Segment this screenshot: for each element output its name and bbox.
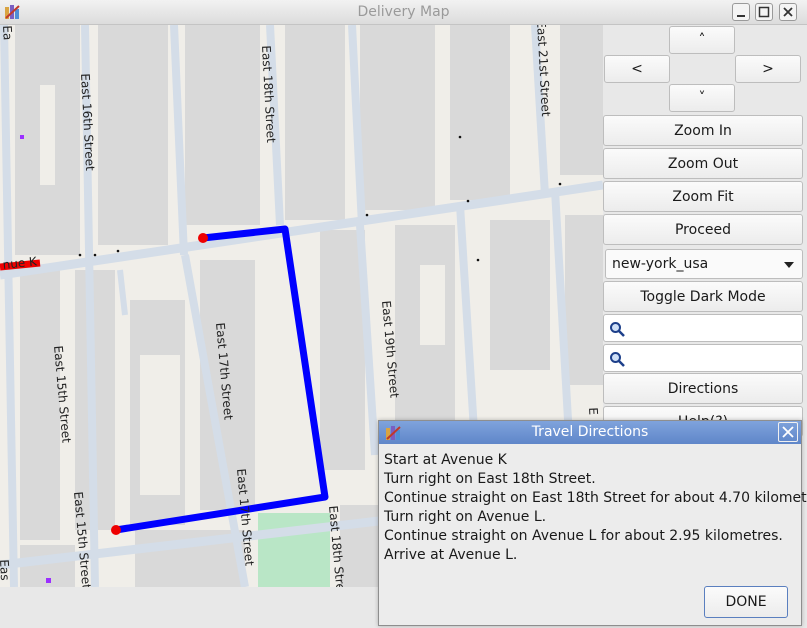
route-end-marker <box>111 525 121 535</box>
zoom-in-button[interactable]: Zoom In <box>603 115 803 146</box>
dataset-select[interactable]: new-york_usa <box>605 249 803 279</box>
direction-step: Continue straight on Avenue L for about … <box>384 528 783 544</box>
search-from-field[interactable] <box>603 314 803 342</box>
close-icon <box>783 7 793 17</box>
maximize-icon <box>758 6 770 18</box>
chevron-down-icon: ˅ <box>698 90 706 106</box>
direction-step: Turn right on Avenue L. <box>384 509 547 525</box>
direction-step: Arrive at Avenue L. <box>384 547 518 563</box>
pan-down-button[interactable]: ˅ <box>669 84 735 112</box>
close-window-button[interactable] <box>779 3 797 21</box>
zoom-out-button[interactable]: Zoom Out <box>603 148 803 179</box>
search-icon <box>610 322 625 337</box>
minimize-button[interactable] <box>732 3 750 21</box>
dialog-title: Travel Directions <box>531 424 649 440</box>
dialog-title-bar[interactable]: Travel Directions <box>379 421 801 444</box>
directions-button[interactable]: Directions <box>603 373 803 404</box>
proceed-button[interactable]: Proceed <box>603 214 803 245</box>
directions-list: Start at Avenue K Turn right on East 18t… <box>384 451 807 565</box>
chevron-right-icon: > <box>762 61 774 77</box>
window-title-bar: Delivery Map <box>0 0 807 25</box>
close-icon <box>782 426 794 438</box>
direction-step: Start at Avenue K <box>384 452 507 468</box>
window-title: Delivery Map <box>357 4 450 20</box>
chevron-up-icon: ˄ <box>698 32 706 48</box>
maximize-button[interactable] <box>755 3 773 21</box>
chevron-left-icon: < <box>631 61 643 77</box>
toggle-dark-mode-button[interactable]: Toggle Dark Mode <box>603 281 803 312</box>
direction-step: Continue straight on East 18th Street fo… <box>384 490 807 506</box>
search-from-input[interactable] <box>632 318 796 340</box>
zoom-fit-button[interactable]: Zoom Fit <box>603 181 803 212</box>
search-to-input[interactable] <box>632 348 796 370</box>
dataset-select-value: new-york_usa <box>612 256 709 272</box>
done-button[interactable]: DONE <box>704 586 788 618</box>
dialog-close-button[interactable] <box>778 422 798 442</box>
caret-down-icon <box>784 262 794 268</box>
pan-up-button[interactable]: ˄ <box>669 26 735 54</box>
travel-directions-dialog: Travel Directions Start at Avenue K Turn… <box>378 420 807 626</box>
direction-step: Turn right on East 18th Street. <box>384 471 596 487</box>
street-label-top-edge: Ea <box>0 25 15 41</box>
pan-left-button[interactable]: < <box>604 55 670 83</box>
street-label-right-edge: E <box>586 407 601 416</box>
route-start-marker <box>198 233 208 243</box>
search-to-field[interactable] <box>603 344 803 372</box>
search-icon <box>610 352 625 367</box>
minimize-icon <box>737 15 745 17</box>
pan-right-button[interactable]: > <box>735 55 801 83</box>
street-label-bottom-edge: Eas <box>0 559 13 581</box>
